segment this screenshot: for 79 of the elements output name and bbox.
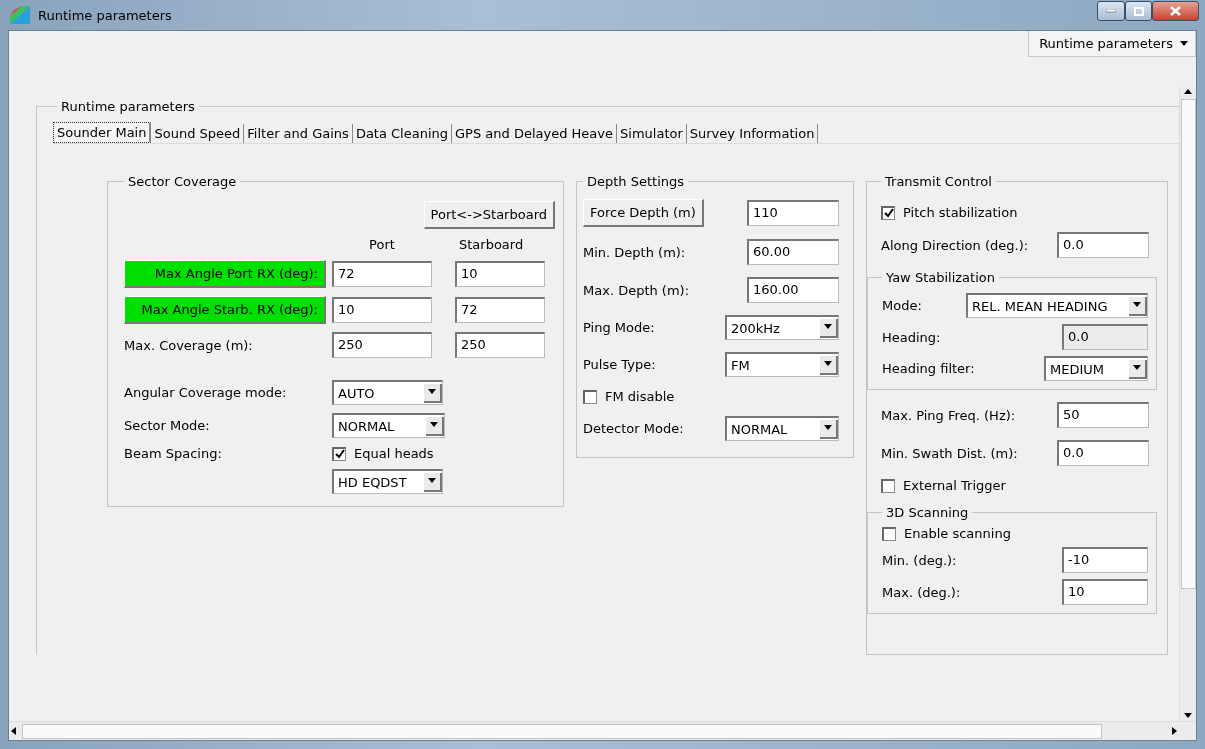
field-label: Max. Ping Freq. (Hz): [881, 407, 1016, 423]
tab[interactable]: Sounder Main [53, 122, 152, 143]
field-label: Min. (deg.): [882, 552, 957, 568]
group-title: Yaw Stabilization [885, 270, 996, 285]
checkbox[interactable]: Pitch stabilization [881, 205, 1018, 220]
tab[interactable]: Sound Speed [151, 124, 245, 143]
text-field[interactable]: 0.0 [1057, 440, 1149, 466]
vertical-scrollbar[interactable] [1179, 87, 1196, 721]
dropdown[interactable]: HD EQDST [332, 469, 443, 494]
field-label: Min. Depth (m): [583, 244, 686, 260]
field-label: Heading: [882, 329, 941, 345]
checkbox[interactable]: Enable scanning [882, 526, 1011, 541]
tab[interactable]: GPS and Delayed Heave [452, 124, 618, 143]
text-field[interactable]: 10 [455, 261, 545, 287]
dropdown[interactable]: 200kHz [725, 315, 839, 340]
force-depth-button[interactable]: Force Depth (m) [583, 199, 704, 227]
text-field[interactable]: 72 [332, 261, 432, 287]
menu-button[interactable]: Runtime parameters [1028, 31, 1196, 57]
text-field[interactable]: 72 [455, 297, 545, 323]
close-button[interactable] [1152, 1, 1199, 21]
field-label: Beam Spacing: [124, 446, 223, 461]
dropdown[interactable]: NORMAL [725, 416, 839, 441]
tab[interactable]: Data Cleaning [352, 124, 453, 143]
check-icon [883, 208, 894, 218]
scroll-right-icon[interactable] [1169, 726, 1179, 736]
check-icon [334, 449, 345, 459]
text-field[interactable]: 60.00 [747, 239, 839, 265]
dropdown[interactable]: FM [725, 352, 839, 377]
dropdown[interactable]: NORMAL [332, 413, 445, 438]
checkbox[interactable]: FM disable [583, 389, 675, 404]
dropdown[interactable]: REL. MEAN HEADING [966, 293, 1148, 318]
tab[interactable]: Simulator [617, 124, 687, 143]
field-label: Mode: [882, 298, 922, 313]
field-label: Max. Depth (m): [583, 282, 690, 298]
column-header: Starboard [459, 237, 524, 252]
minimize-button[interactable] [1097, 1, 1125, 21]
field-label: Angular Coverage mode: [124, 385, 288, 400]
app-icon [10, 6, 30, 24]
group-title: 3D Scanning [885, 505, 970, 520]
close-icon [1170, 6, 1181, 16]
field-label: Pulse Type: [583, 357, 656, 372]
group-title: Sector Coverage [127, 174, 238, 189]
minimize-icon [1106, 9, 1116, 13]
scroll-left-icon[interactable] [9, 726, 19, 736]
field-label: Along Direction (deg.): [881, 237, 1029, 253]
field-label: Heading filter: [882, 361, 975, 376]
field-label: Sector Mode: [124, 418, 211, 433]
field-label: Ping Mode: [583, 320, 655, 335]
text-field[interactable]: 250 [455, 332, 545, 358]
dropdown[interactable]: AUTO [332, 380, 443, 405]
maximize-icon [1133, 6, 1144, 16]
text-field[interactable]: 0.0 [1057, 232, 1149, 258]
tab[interactable]: Survey Information [686, 124, 819, 143]
group-title: Depth Settings [586, 174, 686, 189]
group-title: Runtime parameters [60, 99, 196, 114]
maximize-button[interactable] [1125, 1, 1152, 21]
text-field[interactable]: 50 [1057, 402, 1149, 428]
field-label[interactable]: Max Angle Starb. RX (deg): [124, 296, 326, 324]
checkbox[interactable]: Equal heads [332, 446, 434, 461]
window-title: Runtime parameters [38, 7, 173, 23]
text-field[interactable]: 250 [332, 332, 432, 358]
field-label: Max. (deg.): [882, 584, 961, 600]
text-field[interactable]: 10 [1062, 579, 1148, 605]
field-label: Detector Mode: [583, 421, 684, 436]
scroll-up-icon[interactable] [1183, 87, 1193, 97]
swap-button[interactable]: Port<->Starboard [423, 201, 555, 229]
field-label[interactable]: Max Angle Port RX (deg): [124, 260, 326, 288]
field-label: Min. Swath Dist. (m): [881, 445, 1018, 461]
group-title: Transmit Control [884, 174, 993, 189]
field-label: Max. Coverage (m): [124, 337, 253, 353]
text-field[interactable]: 160.00 [747, 277, 839, 303]
tab[interactable]: Filter and Gains [244, 124, 353, 143]
horizontal-scrollbar[interactable] [9, 721, 1196, 740]
checkbox[interactable]: External Trigger [881, 478, 1006, 493]
text-field[interactable]: 110 [747, 200, 839, 226]
text-field[interactable]: 10 [332, 297, 432, 323]
dropdown[interactable]: MEDIUM [1044, 356, 1148, 381]
text-field[interactable]: -10 [1062, 547, 1148, 573]
column-header: Port [369, 237, 395, 252]
